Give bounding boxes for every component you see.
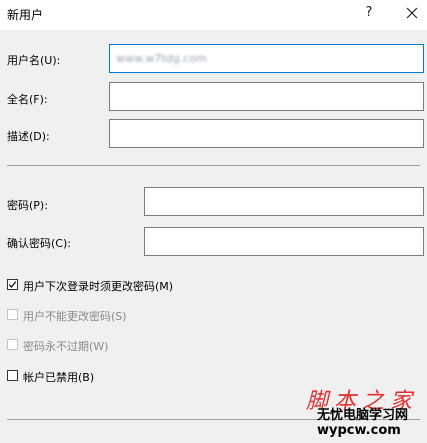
window-title: 新用户 <box>7 8 44 22</box>
password-input[interactable] <box>144 187 424 216</box>
fullname-label: 全名(F): <box>7 93 48 106</box>
username-value: www.w7tdg.com <box>116 52 207 65</box>
checkbox-label: 帐户已禁用(B) <box>23 371 95 384</box>
watermark-site-name: 无忧电脑学习网 <box>317 408 409 423</box>
checkbox-box <box>7 339 18 350</box>
checkbox-must-change-password[interactable]: 用户下次登录时须更改密码(M) <box>7 278 307 294</box>
checkbox-password-never-expires: 密码永不过期(W) <box>7 338 307 354</box>
confirm-password-label: 确认密码(C): <box>7 237 71 250</box>
checkbox-account-disabled[interactable]: 帐户已禁用(B) <box>7 369 307 385</box>
watermark-url: wypcw.com <box>317 423 401 438</box>
checkbox-label: 用户下次登录时须更改密码(M) <box>23 280 174 293</box>
checkbox-box[interactable] <box>7 370 18 381</box>
username-input[interactable]: www.w7tdg.com <box>109 44 424 73</box>
checkbox-label: 用户不能更改密码(S) <box>23 310 127 323</box>
username-label: 用户名(U): <box>7 54 61 67</box>
checkbox-label: 密码永不过期(W) <box>23 340 109 353</box>
close-button[interactable] <box>402 3 422 23</box>
close-icon <box>406 7 418 19</box>
help-button[interactable]: ? <box>360 3 378 23</box>
fullname-input[interactable] <box>109 82 424 111</box>
checkbox-box <box>7 309 18 320</box>
description-input[interactable] <box>109 119 424 148</box>
title-bar: 新用户 ? <box>0 0 427 30</box>
separator <box>7 165 420 166</box>
checkbox-box[interactable] <box>7 279 18 290</box>
description-label: 描述(D): <box>7 130 50 143</box>
confirm-password-input[interactable] <box>144 227 424 256</box>
checkbox-cannot-change-password: 用户不能更改密码(S) <box>7 308 307 324</box>
password-label: 密码(P): <box>7 199 48 212</box>
dialog-body: 用户名(U): www.w7tdg.com 全名(F): 描述(D): 密码(P… <box>0 30 427 443</box>
checkmark-icon <box>8 281 17 288</box>
